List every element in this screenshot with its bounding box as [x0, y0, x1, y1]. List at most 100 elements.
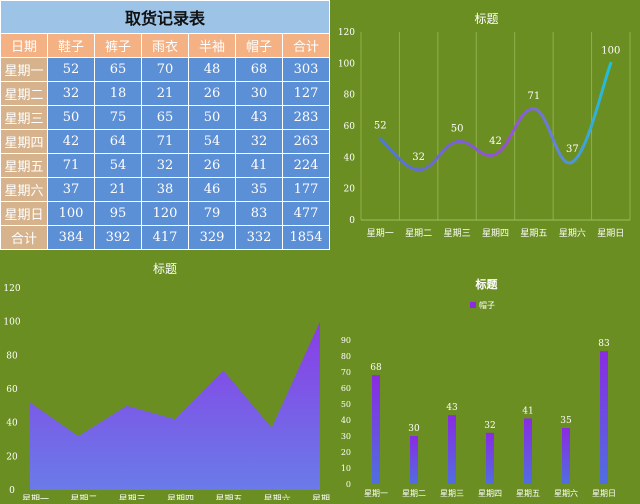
line-chart-y-tick: 120: [338, 28, 355, 38]
line-chart-data-label: 71: [528, 91, 541, 102]
table-cell: 477: [282, 201, 330, 226]
table-cell: 1854: [282, 225, 330, 250]
bar-chart-title: 标题: [475, 278, 498, 291]
table-cell: 52: [47, 57, 95, 82]
bar-chart-y-tick: 50: [341, 400, 351, 409]
header-total: 合计: [282, 33, 330, 58]
bar-chart-y-tick: 10: [341, 464, 351, 473]
row-label: 星期日: [0, 201, 48, 226]
bar-chart-data-label: 83: [598, 339, 610, 349]
row-label: 星期三: [0, 105, 48, 130]
table-cell: 26: [188, 153, 236, 178]
header-raincoat: 雨衣: [141, 33, 189, 58]
table-cell: 392: [94, 225, 142, 250]
table-row: 星期六 37 21 38 46 35 177: [0, 177, 330, 202]
table-cell: 283: [282, 105, 330, 130]
table-cell: 30: [235, 81, 283, 106]
table-cell: 37: [47, 177, 95, 202]
line-chart-data-label: 37: [566, 144, 579, 155]
table-cell: 42: [47, 129, 95, 154]
table-cell: 329: [188, 225, 236, 250]
line-chart-y-tick: 100: [338, 59, 355, 69]
line-chart-data-label: 42: [489, 136, 502, 147]
bar-chart-x-tick: 星期三: [440, 489, 464, 498]
table-total-row: 合计 384 392 417 329 332 1854: [0, 225, 330, 250]
area-chart-y-tick: 40: [6, 419, 18, 429]
pickup-record-table-panel: 取货记录表 日期 鞋子 裤子 雨衣 半袖 帽子 合计 星期一 52 65 70 48 68…: [0, 0, 330, 250]
table-row: 星期五 71 54 32 26 41 224: [0, 153, 330, 178]
line-chart: 0 20 40 60 80 100 120 星期一 星期二 星期三 星期四 星期五 星期六 星期日 52 32…: [338, 28, 631, 239]
area-chart-y-tick: 0: [9, 486, 15, 496]
bar-chart-y-tick: 20: [341, 448, 351, 457]
bar-chart: 帽子 0 10 20 30 40 50 60 70 80 90 68 星期一 30 星期二 43 星期三 32 星期…: [341, 300, 616, 498]
bar-chart-bar: [524, 418, 532, 484]
area-chart-y-tick: 120: [3, 284, 20, 294]
table-cell: 65: [94, 57, 142, 82]
header-hat: 帽子: [235, 33, 283, 58]
line-chart-x-tick: 星期五: [520, 228, 547, 239]
table-row: 星期日 100 95 120 79 83 477: [0, 201, 330, 226]
bar-chart-legend-swatch: [470, 302, 476, 308]
bar-chart-y-tick: 70: [341, 368, 351, 377]
area-chart-x-tick: 星期二: [70, 494, 97, 500]
line-chart-data-label: 50: [451, 124, 464, 135]
row-label: 星期一: [0, 57, 48, 82]
area-chart-x-tick: 星期一: [22, 494, 49, 500]
bar-chart-bar: [448, 415, 456, 484]
area-chart-panel: 标题 0 20 40 60 80 100 120 星期一 星期二 星期三 星期四 星期五 星期六 星期日: [0, 250, 339, 504]
table-cell: 38: [141, 177, 189, 202]
line-chart-data-label: 32: [412, 152, 425, 163]
bar-chart-x-tick: 星期二: [402, 489, 426, 498]
area-chart-y-tick: 20: [6, 452, 18, 462]
table-cell: 71: [141, 129, 189, 154]
table-row: 星期二 32 18 21 26 30 127: [0, 81, 330, 106]
table-cell: 54: [94, 153, 142, 178]
line-chart-x-tick: 星期四: [482, 228, 509, 239]
table-row: 星期四 42 64 71 54 32 263: [0, 129, 330, 154]
bar-chart-data-label: 43: [446, 403, 458, 413]
table-row: 星期三 50 75 65 50 43 283: [0, 105, 330, 130]
table-cell: 263: [282, 129, 330, 154]
table-cell: 79: [188, 201, 236, 226]
table-cell: 83: [235, 201, 283, 226]
bar-chart-y-tick: 80: [341, 352, 351, 361]
table-cell: 21: [141, 81, 189, 106]
line-chart-title: 标题: [474, 12, 499, 26]
bar-chart-x-tick: 星期六: [554, 488, 578, 498]
area-chart-x-tick: 星期三: [119, 494, 146, 500]
row-label: 星期四: [0, 129, 48, 154]
area-chart-series-area: [30, 321, 320, 490]
bar-chart-y-tick: 60: [341, 384, 351, 393]
table-cell: 177: [282, 177, 330, 202]
table-cell: 32: [47, 81, 95, 106]
table-cell: 46: [188, 177, 236, 202]
table-cell: 384: [47, 225, 95, 250]
table-cell: 417: [141, 225, 189, 250]
area-chart-x-tick: 星期五: [215, 494, 242, 500]
table-cell: 303: [282, 57, 330, 82]
bar-chart-y-tick: 30: [341, 432, 351, 441]
area-chart-x-tick: 星期六: [264, 493, 291, 500]
bar-chart-x-tick: 星期四: [478, 489, 502, 498]
table-cell: 95: [94, 201, 142, 226]
bar-chart-bar: [372, 375, 380, 484]
dashboard: 取货记录表 日期 鞋子 裤子 雨衣 半袖 帽子 合计 星期一 52 65 70 48 68…: [0, 0, 640, 504]
bar-chart-data-label: 30: [408, 424, 420, 434]
table-cell: 332: [235, 225, 283, 250]
table-cell: 100: [47, 201, 95, 226]
table-row: 星期一 52 65 70 48 68 303: [0, 57, 330, 82]
table-cell: 68: [235, 57, 283, 82]
bar-chart-data-label: 35: [560, 416, 572, 426]
table-cell: 120: [141, 201, 189, 226]
area-chart-x-tick: 星期日: [312, 494, 330, 500]
table-cell: 224: [282, 153, 330, 178]
table-cell: 50: [47, 105, 95, 130]
table-title-row: 取货记录表: [0, 0, 330, 34]
area-chart-y-tick: 80: [6, 351, 18, 361]
bar-chart-bar: [562, 428, 570, 484]
area-chart-y-tick: 100: [3, 318, 20, 328]
bar-chart-bar: [600, 351, 608, 484]
table-cell: 48: [188, 57, 236, 82]
table-cell: 26: [188, 81, 236, 106]
table-cell: 75: [94, 105, 142, 130]
